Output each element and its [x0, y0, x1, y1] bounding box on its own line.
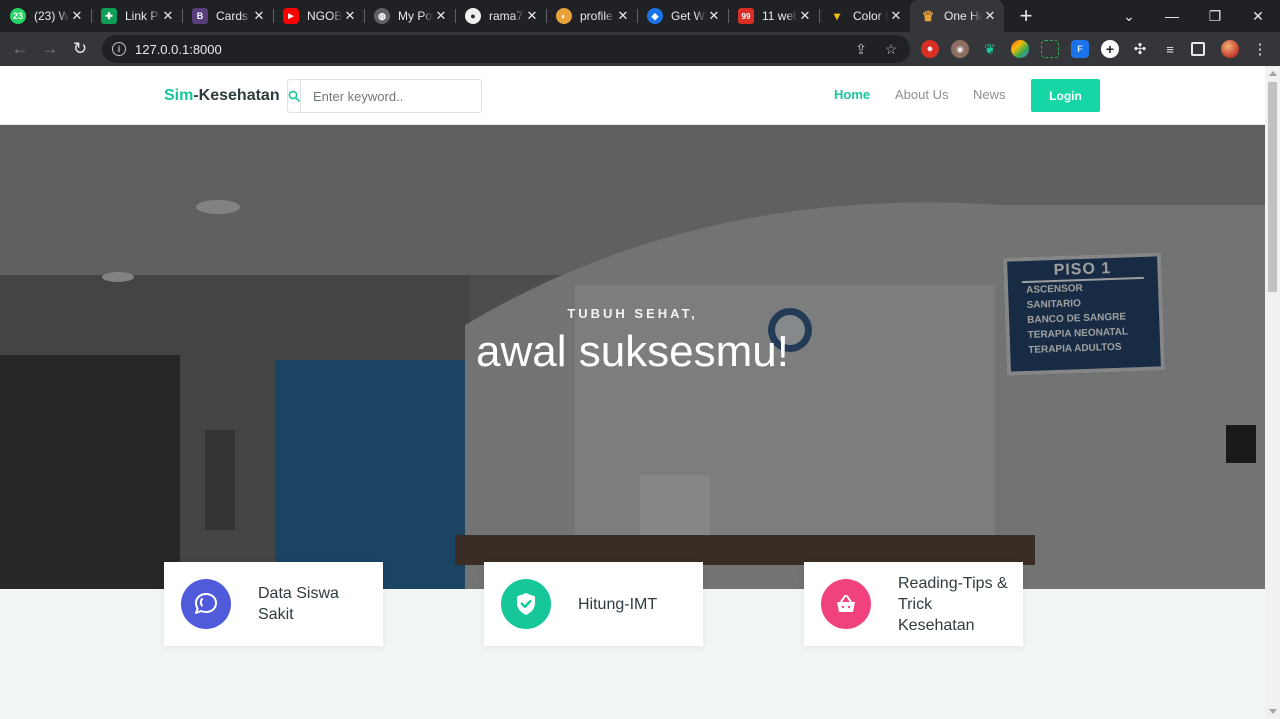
- extension-leaf-icon[interactable]: ❦: [981, 40, 999, 58]
- browser-tab[interactable]: ◐ profile ✕: [546, 0, 637, 32]
- close-tab-icon[interactable]: ✕: [524, 8, 540, 24]
- extension-owl-icon[interactable]: ◉: [951, 40, 969, 58]
- extension-color-icon[interactable]: [1011, 40, 1029, 58]
- browser-tab[interactable]: ◍ My Portfolio ✕: [364, 0, 455, 32]
- tab-title: (23) WhatsApp: [34, 9, 69, 23]
- extensions-puzzle-icon[interactable]: ✣: [1131, 40, 1149, 58]
- wave-icon: ◆: [647, 8, 663, 24]
- browser-tab-active[interactable]: ♛ One Health ✕: [910, 0, 1004, 32]
- browser-tab[interactable]: 23 (23) WhatsApp ✕: [0, 0, 91, 32]
- address-bar[interactable]: i 127.0.0.1:8000 ⇪ ☆: [102, 35, 910, 63]
- reload-icon[interactable]: ↻: [65, 34, 95, 64]
- close-tab-icon[interactable]: ✕: [706, 8, 722, 24]
- close-tab-icon[interactable]: ✕: [982, 8, 998, 24]
- sheets-icon: ✚: [101, 8, 117, 24]
- close-tab-icon[interactable]: ✕: [342, 8, 358, 24]
- back-arrow-icon[interactable]: ←: [5, 34, 35, 64]
- tab-title: 11 web: [762, 9, 797, 23]
- page-viewport: Sim-Kesehatan Home About Us News Login: [0, 66, 1265, 719]
- feature-card-hitung-imt[interactable]: Hitung-IMT: [484, 562, 703, 646]
- search-box: [287, 79, 489, 113]
- search-input[interactable]: [301, 80, 489, 112]
- tab-title: NGOBROL: [307, 9, 342, 23]
- hero-subtitle: TUBUH SEHAT,: [567, 306, 698, 321]
- menu-kebab-icon[interactable]: ⋮: [1251, 40, 1269, 58]
- github-icon: ●: [465, 8, 481, 24]
- site-info-icon[interactable]: i: [112, 42, 126, 56]
- search-icon[interactable]: [288, 80, 301, 112]
- side-panel-icon[interactable]: [1191, 42, 1205, 56]
- feature-card-data-siswa[interactable]: Data Siswa Sakit: [164, 562, 383, 646]
- site-navbar: Sim-Kesehatan Home About Us News Login: [0, 66, 1265, 125]
- close-window-icon[interactable]: ✕: [1236, 0, 1280, 32]
- site-icon: 99: [738, 8, 754, 24]
- brand-accent: Sim: [164, 87, 194, 104]
- tab-title: rama7: [489, 9, 524, 23]
- close-tab-icon[interactable]: ✕: [160, 8, 176, 24]
- close-tab-icon[interactable]: ✕: [797, 8, 813, 24]
- minimize-icon[interactable]: —: [1150, 0, 1194, 32]
- browser-tab[interactable]: 99 11 web ✕: [728, 0, 819, 32]
- scroll-up-arrow-icon[interactable]: [1269, 71, 1277, 76]
- scrollbar-thumb[interactable]: [1268, 82, 1277, 292]
- extension-red-icon[interactable]: ●: [921, 40, 939, 58]
- extension-translate-icon[interactable]: F: [1071, 40, 1089, 58]
- whatsapp-icon: 23: [10, 8, 26, 24]
- new-tab-plus-icon[interactable]: +: [1012, 2, 1040, 30]
- feature-label: Hitung-IMT: [578, 595, 658, 613]
- globe-icon: ◍: [374, 8, 390, 24]
- browser-tab[interactable]: ● rama7 ✕: [455, 0, 546, 32]
- extension-plus-icon[interactable]: +: [1101, 40, 1119, 58]
- page-scrollbar[interactable]: [1265, 66, 1280, 719]
- bootstrap-icon: B: [192, 8, 208, 24]
- close-tab-icon[interactable]: ✕: [888, 8, 904, 24]
- profile-avatar-icon[interactable]: [1221, 40, 1239, 58]
- hero-title: awal suksesmu!: [475, 327, 789, 376]
- share-icon[interactable]: ⇪: [852, 40, 870, 58]
- tab-title: profile: [580, 9, 613, 23]
- brand-rest: -Kesehatan: [193, 87, 280, 104]
- tab-title: My Portfolio: [398, 9, 433, 23]
- forward-arrow-icon[interactable]: →: [35, 34, 65, 64]
- nav-news-link[interactable]: News: [973, 87, 1006, 102]
- browser-tab[interactable]: ◆ Get Wave ✕: [637, 0, 728, 32]
- shield-check-icon: [501, 579, 551, 629]
- tab-title: Cards: [216, 9, 249, 23]
- url-text[interactable]: 127.0.0.1:8000: [135, 42, 222, 57]
- feature-label: Reading-Tips & Trick Kesehatan: [898, 574, 1008, 634]
- profile-icon: ◐: [556, 8, 572, 24]
- browser-tab[interactable]: B Cards ✕: [182, 0, 273, 32]
- tab-title: Link Pengumpulan: [125, 9, 160, 23]
- bookmark-star-icon[interactable]: ☆: [882, 40, 900, 58]
- close-tab-icon[interactable]: ✕: [251, 8, 267, 24]
- youtube-icon: ▶: [283, 8, 299, 24]
- browser-tab[interactable]: ▾ Color Hunt ✕: [819, 0, 910, 32]
- close-tab-icon[interactable]: ✕: [69, 8, 85, 24]
- login-button[interactable]: Login: [1031, 79, 1100, 112]
- tab-title: Get Wave: [671, 9, 706, 23]
- close-tab-icon[interactable]: ✕: [615, 8, 631, 24]
- site-logo[interactable]: Sim-Kesehatan: [164, 87, 280, 105]
- hero-banner: PISO 1 ASCENSOR SANITARIO BANCO DE SANGR…: [0, 125, 1265, 589]
- chat-icon: [181, 579, 231, 629]
- extension-screenshot-icon[interactable]: [1041, 40, 1059, 58]
- close-tab-icon[interactable]: ✕: [433, 8, 449, 24]
- media-queue-icon[interactable]: ≡: [1161, 40, 1179, 58]
- tab-title: One Health: [944, 9, 982, 23]
- basket-icon: [821, 579, 871, 629]
- nav-home-link[interactable]: Home: [834, 87, 870, 102]
- feature-label: Data Siswa Sakit: [258, 585, 339, 623]
- tab-title: Color Hunt: [853, 9, 888, 23]
- colorhunt-icon: ▾: [833, 9, 841, 23]
- nav-about-link[interactable]: About Us: [895, 87, 948, 102]
- feature-card-reading-tips[interactable]: Reading-Tips & Trick Kesehatan: [804, 562, 1023, 646]
- tab-search-chevron-icon[interactable]: ⌄: [1107, 0, 1151, 32]
- crown-icon: ♛: [921, 7, 935, 24]
- browser-toolbar: ← → ↻ i 127.0.0.1:8000 ⇪ ☆ ● ◉ ❦ F + ✣ ≡…: [0, 32, 1280, 66]
- restore-icon[interactable]: ❐: [1193, 0, 1237, 32]
- scroll-down-arrow-icon[interactable]: [1269, 709, 1277, 714]
- tab-strip: 23 (23) WhatsApp ✕ ✚ Link Pengumpulan ✕ …: [0, 0, 1280, 32]
- browser-tab[interactable]: ✚ Link Pengumpulan ✕: [91, 0, 182, 32]
- browser-tab[interactable]: ▶ NGOBROL ✕: [273, 0, 364, 32]
